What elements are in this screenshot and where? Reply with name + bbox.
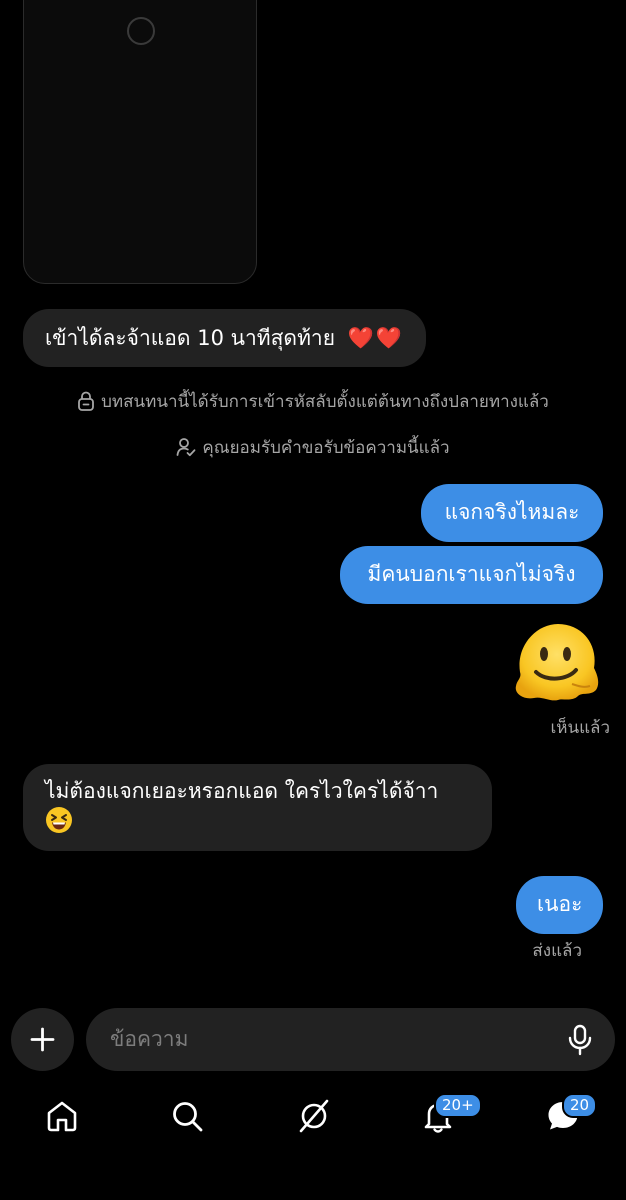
media-indicator-icon	[127, 17, 155, 45]
outgoing-message-bubble[interactable]: เนอะ	[516, 876, 603, 934]
sent-status: ส่งแล้ว	[532, 941, 582, 961]
request-accepted-notice: คุณยอมรับคำขอรับข้อความนี้แล้ว	[0, 436, 626, 460]
seen-status: เห็นแล้ว	[550, 718, 610, 738]
lock-icon	[78, 391, 95, 411]
message-text: มีคนบอกเราแจกไม่จริง	[367, 562, 576, 586]
request-accepted-text: คุณยอมรับคำขอรับข้อความนี้แล้ว	[202, 438, 450, 458]
encryption-notice: บทสนทนานี้ได้รับการเข้ารหัสลับตั้งแต่ต้น…	[0, 390, 626, 414]
message-text: เข้าได้ละจ้าแอด 10 นาทีสุดท้าย	[45, 326, 336, 350]
outgoing-message-bubble[interactable]: มีคนบอกเราแจกไม่จริง	[340, 546, 603, 604]
notifications-badge: 20+	[434, 1093, 482, 1118]
incoming-message-bubble[interactable]: เข้าได้ละจ้าแอด 10 นาทีสุดท้าย ❤️❤️	[23, 309, 426, 367]
grinning-squint-face-icon	[46, 807, 72, 833]
heart-emoji-icon: ❤️❤️	[347, 326, 404, 350]
search-icon[interactable]	[169, 1098, 205, 1134]
melting-face-emoji[interactable]	[512, 620, 600, 704]
messages-badge: 20	[562, 1093, 598, 1118]
home-icon[interactable]	[44, 1098, 80, 1134]
incoming-message-bubble[interactable]: ไม่ต้องแจกเยอะหรอกแอด ใครไวใครได้จ้าา	[23, 764, 492, 851]
message-input-placeholder: ข้อความ	[110, 1027, 189, 1051]
add-attachment-button[interactable]	[11, 1008, 74, 1071]
message-text: แจกจริงไหมละ	[444, 500, 580, 524]
encryption-notice-text: บทสนทนานี้ได้รับการเข้ารหัสลับตั้งแต่ต้น…	[101, 392, 549, 412]
feeds-icon[interactable]	[296, 1098, 332, 1134]
message-text: ไม่ต้องแจกเยอะหรอกแอด ใครไวใครได้จ้าา	[45, 779, 439, 803]
message-input[interactable]: ข้อความ	[86, 1008, 615, 1071]
outgoing-message-bubble[interactable]: แจกจริงไหมละ	[421, 484, 603, 542]
plus-icon	[30, 1027, 55, 1052]
media-attachment[interactable]	[23, 0, 257, 284]
message-text: เนอะ	[537, 892, 583, 916]
person-check-icon	[177, 438, 196, 457]
microphone-icon[interactable]	[567, 1024, 593, 1056]
